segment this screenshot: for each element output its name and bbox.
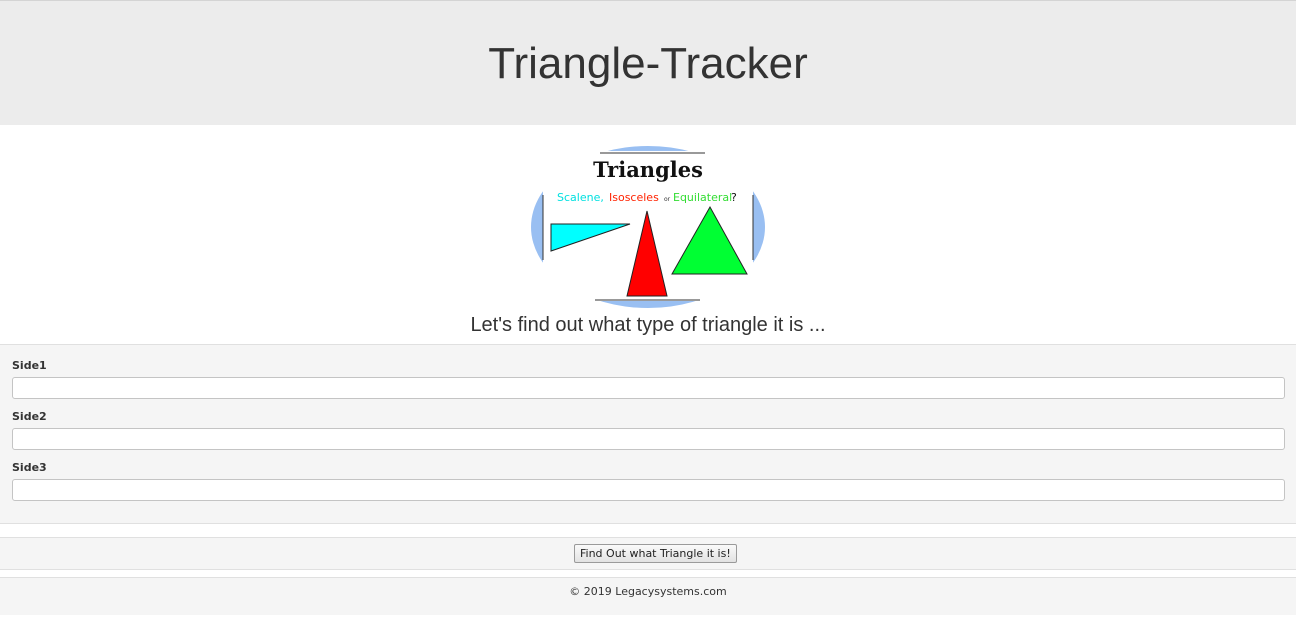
side2-label: Side2 [12, 410, 47, 423]
logo-word-scalene: Scalene, [557, 191, 604, 204]
side3-label: Side3 [12, 461, 47, 474]
page-title: Triangle-Tracker [488, 39, 808, 88]
side1-label: Side1 [12, 359, 47, 372]
header-banner: Triangle-Tracker [0, 0, 1296, 125]
footer-copyright: © 2019 Legacysystems.com [569, 585, 727, 598]
logo-heading: Triangles [593, 157, 703, 182]
triangles-logo: Triangles Scalene, Isosceles or Equilate… [530, 145, 766, 309]
find-out-triangle-button[interactable]: Find Out what Triangle it is! [574, 544, 737, 563]
side3-input[interactable] [12, 479, 1285, 501]
logo-question-mark: ? [731, 191, 737, 204]
page-subtitle: Let's find out what type of triangle it … [470, 314, 826, 336]
triangle-form: Side1 Side2 Side3 [0, 344, 1296, 524]
logo-word-or: or [664, 196, 671, 203]
triangles-logo-image: Triangles Scalene, Isosceles or Equilate… [531, 146, 765, 308]
side2-input[interactable] [12, 428, 1285, 450]
logo-word-isosceles: Isosceles [609, 191, 659, 204]
logo-word-equilateral: Equilateral [673, 191, 732, 204]
action-bar: Find Out what Triangle it is! [0, 537, 1296, 570]
side1-input[interactable] [12, 377, 1285, 399]
page-footer: © 2019 Legacysystems.com [0, 577, 1296, 615]
